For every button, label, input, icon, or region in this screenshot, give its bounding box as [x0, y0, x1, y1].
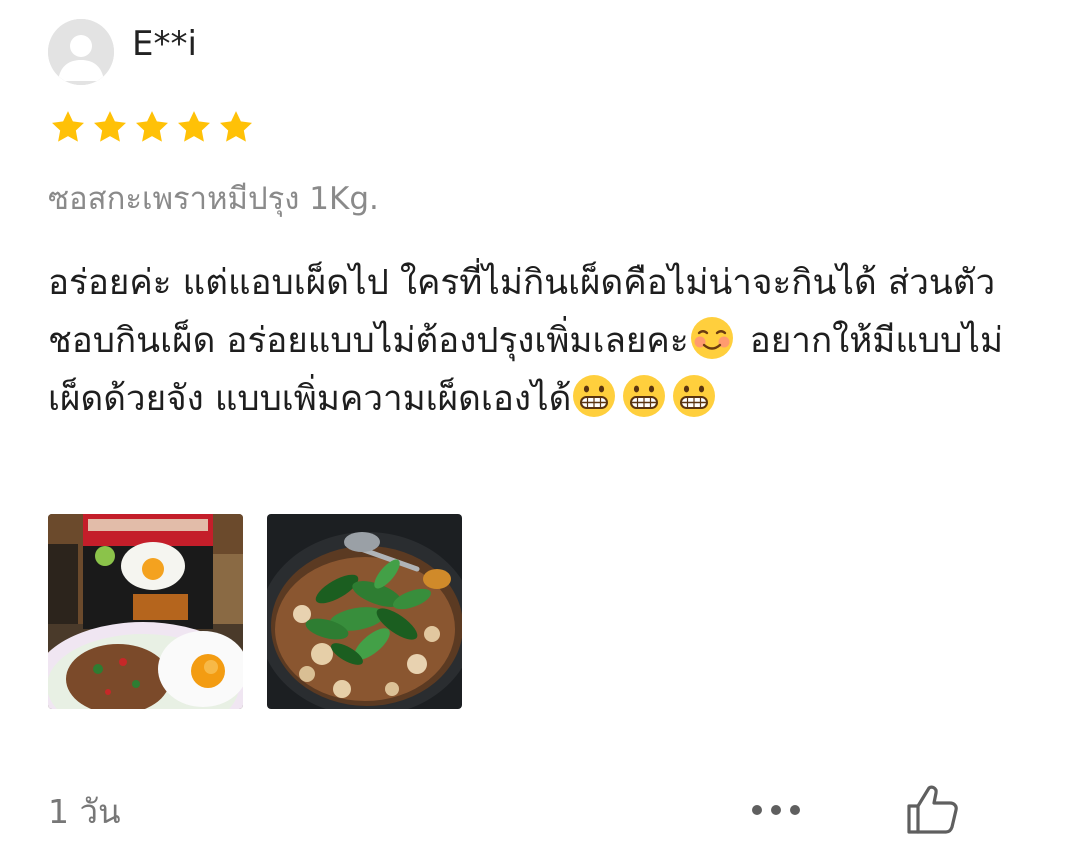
- food-photo-icon: [48, 514, 243, 709]
- review-time: 1 วัน: [48, 792, 121, 831]
- star-icon: [220, 111, 252, 142]
- grinning-face-icon: [573, 375, 616, 417]
- review-photo-2[interactable]: [267, 514, 462, 709]
- star-icon: [136, 111, 168, 142]
- more-horizontal-icon: [752, 805, 800, 815]
- reviewer-username: E**i: [132, 24, 197, 64]
- like-button[interactable]: [904, 782, 960, 838]
- grinning-face-icon: [673, 375, 716, 417]
- default-user-icon: [48, 19, 114, 85]
- smiling-face-with-blush-icon: [690, 317, 733, 359]
- more-options-button[interactable]: [744, 790, 808, 830]
- review-photo-1[interactable]: [48, 514, 243, 709]
- avatar[interactable]: [48, 19, 114, 85]
- star-icon: [52, 111, 84, 142]
- review-text: อร่อยค่ะ แต่แอบเผ็ดไป ใครที่ไม่กินเผ็ดคื…: [48, 254, 1048, 428]
- star-icon: [178, 111, 210, 142]
- star-icon: [94, 111, 126, 142]
- grinning-face-icon: [623, 375, 666, 417]
- thumbs-up-icon: [907, 785, 958, 834]
- star-rating: [50, 110, 254, 144]
- food-photo-icon: [267, 514, 462, 709]
- product-variant: ซอสกะเพราหมีปรุง 1Kg.: [48, 181, 379, 217]
